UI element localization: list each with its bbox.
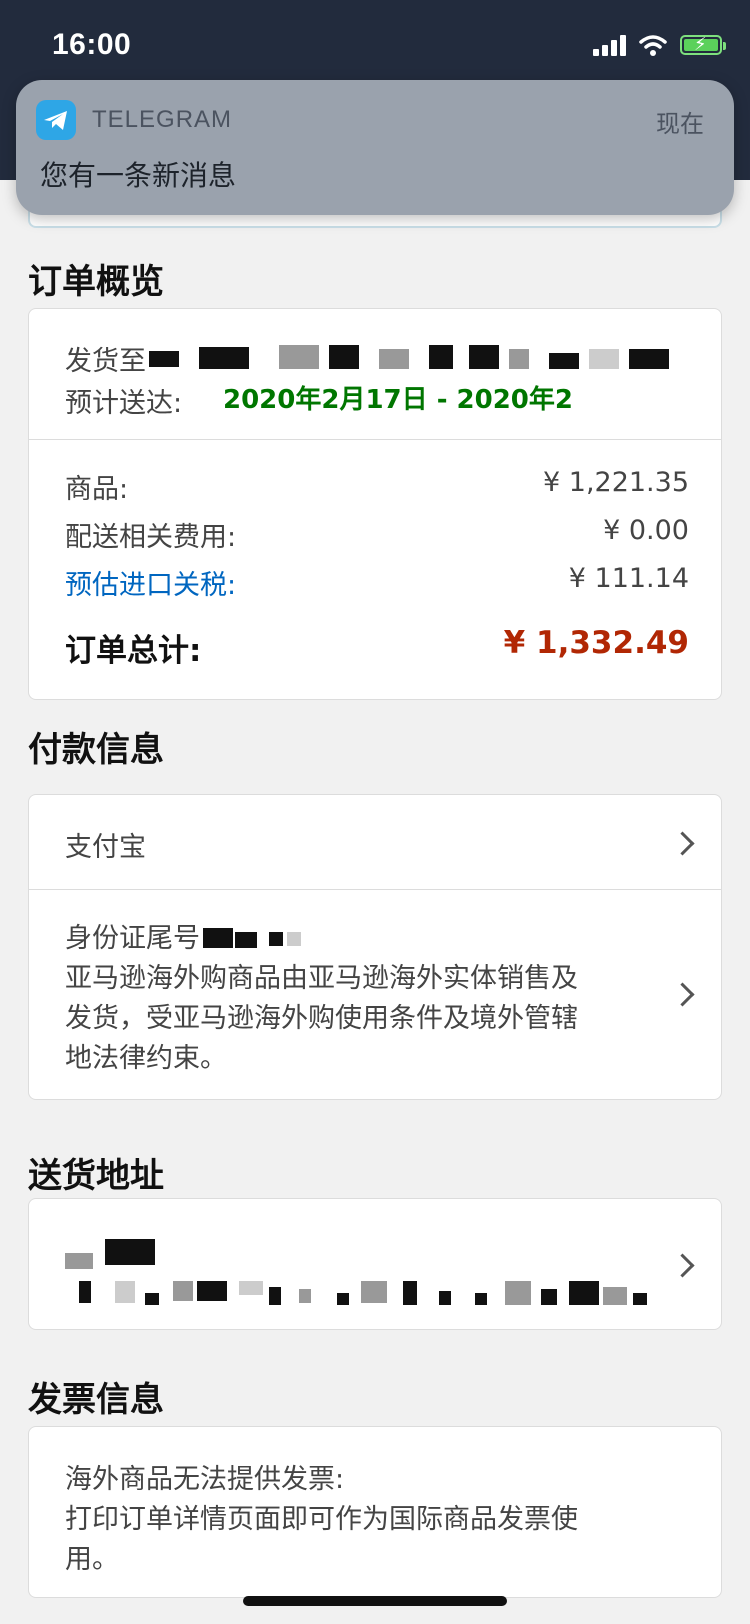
order-overview-title: 订单概览 — [28, 262, 164, 302]
items-label: 商品: — [65, 474, 129, 505]
invoice-line-3: 用。 — [65, 1544, 119, 1575]
delivery-label: 预计送达: — [65, 388, 183, 419]
notice-line-3: 地法律约束。 — [65, 1043, 227, 1074]
invoice-info-card: 海外商品无法提供发票: 打印订单详情页面即可作为国际商品发票使 用。 — [28, 1426, 722, 1598]
invoice-line-1: 海外商品无法提供发票: — [65, 1464, 345, 1495]
notification-message: 您有一条新消息 — [40, 159, 237, 192]
notification-app-name: TELEGRAM — [92, 106, 233, 133]
notice-line-2: 发货，受亚马逊海外购使用条件及境外管辖 — [65, 1003, 578, 1034]
invoice-info-title: 发票信息 — [28, 1380, 164, 1420]
invoice-line-2: 打印订单详情页面即可作为国际商品发票使 — [65, 1504, 578, 1535]
payment-method-row[interactable]: 支付宝 — [29, 795, 721, 889]
payment-info-card: 支付宝 身份证尾号 亚马逊海外购商品由亚马逊海外实体销售及 发货，受亚马逊海外购… — [28, 794, 722, 1100]
chevron-right-icon — [670, 831, 695, 856]
battery-charging-icon: ⚡ — [680, 35, 726, 55]
home-indicator[interactable] — [243, 1596, 507, 1606]
shipping-fee-label: 配送相关费用: — [65, 522, 237, 553]
items-value: ¥ 1,221.35 — [543, 467, 689, 498]
import-tax-link[interactable]: 预估进口关税: — [65, 563, 236, 602]
order-overview-card: 发货至 预计送达: 2020年2月17日 - 2020年2 商品: ¥ 1,22… — [28, 308, 722, 700]
wifi-icon — [639, 35, 667, 56]
shipping-fee-value: ¥ 0.00 — [603, 515, 689, 546]
payment-notice-row[interactable]: 身份证尾号 亚马逊海外购商品由亚马逊海外实体销售及 发货，受亚马逊海外购使用条件… — [29, 890, 721, 1100]
import-tax-value: ¥ 111.14 — [568, 563, 689, 594]
chevron-right-icon — [670, 1253, 695, 1278]
telegram-icon — [36, 100, 76, 140]
payment-info-title: 付款信息 — [28, 730, 164, 770]
notice-line-1: 亚马逊海外购商品由亚马逊海外实体销售及 — [65, 963, 578, 994]
order-total-label: 订单总计: — [65, 633, 202, 669]
ship-to-label: 发货至 — [65, 346, 146, 377]
id-suffix-label: 身份证尾号 — [65, 923, 200, 954]
shipping-address-card[interactable] — [28, 1198, 722, 1330]
cellular-signal-icon — [593, 34, 626, 56]
order-total-value: ¥ 1,332.49 — [503, 625, 689, 661]
shipping-address-title: 送货地址 — [28, 1156, 164, 1196]
notification-time: 现在 — [656, 110, 704, 138]
chevron-right-icon — [670, 982, 695, 1007]
payment-method: 支付宝 — [65, 832, 146, 863]
status-icons: ⚡ — [593, 30, 726, 60]
telegram-notification[interactable]: TELEGRAM 现在 您有一条新消息 — [16, 80, 734, 215]
delivery-date: 2020年2月17日 - 2020年2 — [223, 385, 573, 415]
status-time: 16:00 — [52, 28, 132, 61]
